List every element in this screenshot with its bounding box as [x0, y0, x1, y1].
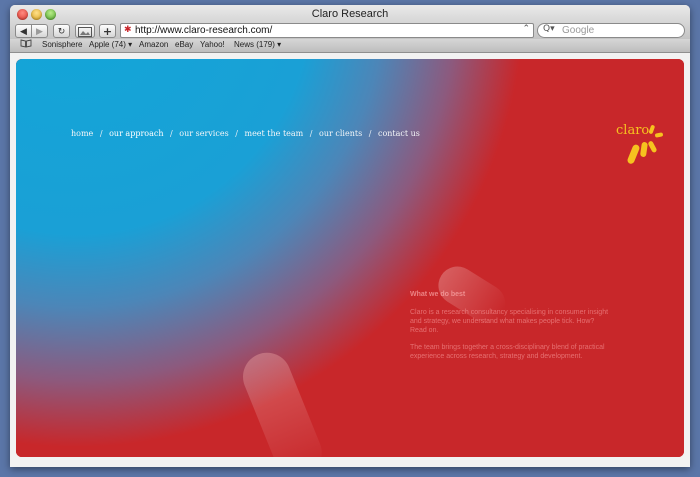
snapback-button[interactable] — [75, 24, 95, 38]
intro-heading: What we do best — [410, 291, 466, 298]
site-favicon-icon: ✱ — [124, 25, 132, 35]
forward-arrow-icon: ▶ — [36, 27, 43, 37]
nav-our-clients[interactable]: our clients — [319, 129, 362, 138]
plus-icon: + — [102, 25, 113, 38]
search-placeholder: Google — [562, 25, 595, 36]
intro-copy: What we do best Claro is a research cons… — [410, 290, 610, 369]
address-url: http://www.claro-research.com/ — [135, 25, 273, 36]
bookmark-sonisphere[interactable]: Sonisphere — [42, 40, 82, 49]
address-dropdown-icon[interactable]: ⌃ — [522, 24, 530, 34]
window-title: Claro Research — [311, 8, 389, 20]
search-icon[interactable]: Q▾ — [543, 24, 555, 34]
nav-home[interactable]: home — [71, 129, 93, 138]
bookmark-amazon[interactable]: Amazon — [139, 40, 168, 49]
intro-paragraph: The team brings together a cross-discipl… — [410, 344, 605, 360]
back-button[interactable]: ◀ — [15, 24, 32, 38]
reload-icon: ↻ — [57, 27, 66, 37]
nav-our-approach[interactable]: our approach — [109, 129, 163, 138]
nav-our-services[interactable]: our services — [179, 129, 228, 138]
add-bookmark-button[interactable]: + — [99, 24, 116, 38]
nav-separator: / — [99, 129, 103, 138]
nav-separator: / — [368, 129, 372, 138]
nav-meet-the-team[interactable]: meet the team — [244, 129, 303, 138]
background-gradient-art — [16, 59, 684, 457]
nav-contact-us[interactable]: contact us — [378, 129, 420, 138]
sunburst-logo-icon — [627, 125, 663, 164]
nav-separator: / — [235, 129, 238, 138]
bookmark-yahoo[interactable]: Yahoo! — [200, 40, 225, 49]
nav-separator: / — [170, 129, 173, 138]
search-field[interactable]: Q▾ Google — [537, 23, 685, 38]
reload-button[interactable]: ↻ — [53, 24, 70, 38]
nav-separator: / — [309, 129, 313, 138]
bookmarks-bar: Sonisphere Apple (74) ▾ Amazon eBay Yaho… — [10, 39, 690, 53]
browser-window: Claro Research ◀ ▶ ↻ + ✱ http://www.clar… — [10, 5, 690, 467]
intro-paragraph: Claro is a research consultancy speciali… — [410, 309, 609, 334]
web-page: home / our approach / our services / mee… — [16, 59, 684, 457]
address-bar[interactable]: ✱ http://www.claro-research.com/ ⌃ — [120, 23, 534, 38]
image-icon — [78, 27, 92, 37]
title-bar: Claro Research ◀ ▶ ↻ + ✱ http://www.clar… — [10, 5, 690, 39]
book-icon[interactable] — [20, 39, 32, 50]
bookmark-ebay[interactable]: eBay — [175, 40, 193, 49]
site-nav: home / our approach / our services / mee… — [71, 129, 420, 138]
forward-button[interactable]: ▶ — [31, 24, 48, 38]
claro-logo[interactable]: claro — [616, 123, 664, 167]
bookmark-apple[interactable]: Apple (74) ▾ — [89, 40, 132, 49]
back-arrow-icon: ◀ — [20, 27, 27, 37]
bookmark-news[interactable]: News (179) ▾ — [234, 40, 281, 49]
